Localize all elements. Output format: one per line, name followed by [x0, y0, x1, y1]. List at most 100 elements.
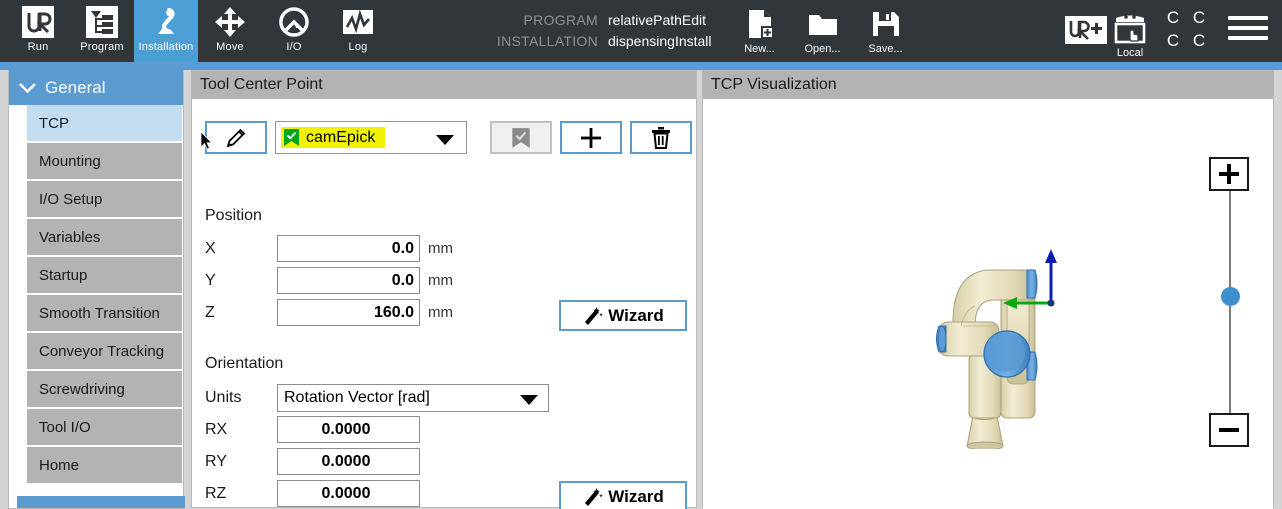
- io-gauge-icon: [279, 7, 309, 37]
- installation-sidebar: General TCP Mounting I/O Setup Variables…: [8, 70, 185, 509]
- nav-tab-move-label: Move: [216, 41, 244, 53]
- sidebar-section-general[interactable]: General: [9, 70, 183, 105]
- tcp-selected-value: camEpick: [306, 128, 376, 146]
- tcp-panel-body: camEpick Position X 0.0 mm Y 0.0 mm Z 16…: [192, 99, 696, 509]
- orientation-field-rx: RX 0.0000: [205, 416, 420, 443]
- position-z-label: Z: [205, 303, 215, 321]
- viz-panel-title: TCP Visualization: [703, 71, 1273, 99]
- sidebar-item-conveyor-tracking[interactable]: Conveyor Tracking: [27, 333, 183, 369]
- viz-panel-body[interactable]: [703, 99, 1273, 509]
- zoom-out-button[interactable]: [1209, 413, 1249, 447]
- magic-wand-icon: [585, 306, 604, 325]
- position-z-input[interactable]: 160.0: [277, 299, 420, 326]
- sidebar-item-io-setup[interactable]: I/O Setup: [27, 181, 183, 217]
- nav-tab-installation[interactable]: Installation: [134, 0, 198, 62]
- hamburger-menu-icon[interactable]: [1228, 16, 1268, 46]
- local-control-label: Local: [1116, 47, 1144, 59]
- speed-indicator-4: C: [1192, 30, 1206, 50]
- sidebar-item-mounting[interactable]: Mounting: [27, 143, 183, 179]
- set-default-tcp-button[interactable]: [490, 121, 552, 154]
- nav-tab-program[interactable]: Program: [70, 0, 134, 62]
- zoom-slider-handle[interactable]: [1221, 287, 1240, 306]
- sidebar-item-label: Variables: [39, 228, 101, 246]
- orientation-ry-label: RY: [205, 452, 227, 470]
- orientation-rx-label: RX: [205, 420, 228, 438]
- orientation-section-title: Orientation: [205, 355, 284, 372]
- save-file-button[interactable]: Save...: [854, 2, 917, 60]
- position-section-title: Position: [205, 207, 262, 224]
- orientation-units-label: Units: [205, 389, 242, 406]
- sidebar-item-variables[interactable]: Variables: [27, 219, 183, 255]
- position-x-input[interactable]: 0.0: [277, 235, 420, 262]
- add-tcp-button[interactable]: [560, 121, 622, 154]
- new-file-label: New...: [744, 43, 775, 55]
- nav-tab-run[interactable]: Run: [6, 0, 70, 62]
- zoom-in-button[interactable]: [1209, 157, 1249, 191]
- delete-tcp-button[interactable]: [630, 121, 692, 154]
- new-file-button[interactable]: New...: [728, 2, 791, 60]
- tool-center-point-panel: Tool Center Point camEpick Position X 0.…: [191, 70, 697, 509]
- ur-teach-pendant-screen: Run Program Installation Move I/O Log PR…: [0, 0, 1282, 509]
- sidebar-item-label: Mounting: [39, 152, 101, 170]
- ur-logo-icon: [22, 6, 54, 38]
- nav-tab-installation-label: Installation: [138, 41, 194, 53]
- sidebar-item-label: Smooth Transition: [39, 304, 160, 322]
- green-check-bookmark-icon: [284, 129, 299, 146]
- sidebar-item-home[interactable]: Home: [27, 447, 183, 483]
- chevron-down-icon: [19, 82, 36, 93]
- open-file-button[interactable]: Open...: [791, 2, 854, 60]
- move-arrows-icon: [215, 7, 245, 37]
- tcp-coordinate-axes: [1003, 249, 1057, 309]
- nav-tab-move[interactable]: Move: [198, 0, 262, 62]
- orientation-rx-input[interactable]: 0.0000: [277, 416, 420, 443]
- position-x-unit: mm: [428, 240, 453, 257]
- sidebar-item-screwdriving[interactable]: Screwdriving: [27, 371, 183, 407]
- trash-icon: [652, 126, 670, 149]
- header-right-cluster: Local C C C C: [1064, 0, 1274, 62]
- tcp-select-dropdown[interactable]: camEpick: [275, 121, 467, 154]
- sidebar-item-tcp[interactable]: TCP: [27, 105, 183, 141]
- orientation-units-select[interactable]: Rotation Vector [rad]: [277, 384, 549, 412]
- orientation-wizard-button[interactable]: Wizard: [559, 481, 687, 509]
- speed-indicator-3: C: [1166, 30, 1180, 50]
- nav-tab-log[interactable]: Log: [326, 0, 390, 62]
- log-waveform-icon: [343, 9, 373, 34]
- nav-tab-io-label: I/O: [286, 41, 302, 53]
- sidebar-item-smooth-transition[interactable]: Smooth Transition: [27, 295, 183, 331]
- pencil-edit-icon: [226, 128, 246, 147]
- edit-tcp-button[interactable]: [205, 121, 267, 154]
- nav-tab-program-label: Program: [80, 41, 124, 53]
- sidebar-item-label: Startup: [39, 266, 88, 284]
- position-wizard-button[interactable]: Wizard: [559, 300, 687, 331]
- sidebar-item-startup[interactable]: Startup: [27, 257, 183, 293]
- installation-label: INSTALLATION: [496, 33, 598, 49]
- program-name: relativePathEdit: [608, 12, 707, 28]
- sidebar-item-label: Tool I/O: [39, 418, 91, 436]
- program-label: PROGRAM: [523, 12, 598, 28]
- sidebar-next-section-bar[interactable]: [17, 496, 185, 508]
- nav-tab-io[interactable]: I/O: [262, 0, 326, 62]
- hamburger-line: [1228, 16, 1268, 20]
- speed-status-indicators[interactable]: C C C C: [1160, 6, 1212, 52]
- minus-icon: [1219, 420, 1239, 440]
- tcp-visualization-panel: TCP Visualization: [702, 70, 1274, 509]
- orientation-units-value: Rotation Vector [rad]: [284, 389, 430, 406]
- position-x-label: X: [205, 239, 216, 257]
- local-control-button[interactable]: Local: [1108, 0, 1152, 62]
- orientation-ry-input[interactable]: 0.0000: [277, 448, 420, 475]
- position-y-label: Y: [205, 271, 216, 289]
- sidebar-item-label: TCP: [39, 114, 69, 132]
- sidebar-item-label: Conveyor Tracking: [39, 342, 165, 360]
- sidebar-item-tool-io[interactable]: Tool I/O: [27, 409, 183, 445]
- position-wizard-label: Wizard: [608, 305, 664, 325]
- hamburger-line: [1228, 26, 1268, 30]
- position-z-unit: mm: [428, 304, 453, 321]
- urplus-button[interactable]: [1064, 0, 1108, 62]
- sidebar-item-label: I/O Setup: [39, 190, 103, 208]
- magic-wand-icon: [585, 487, 604, 506]
- sidebar-items: TCP Mounting I/O Setup Variables Startup…: [9, 105, 183, 483]
- sidebar-item-label: Screwdriving: [39, 380, 125, 398]
- orientation-rz-input[interactable]: 0.0000: [277, 480, 420, 507]
- save-floppy-icon: [872, 12, 899, 36]
- position-y-input[interactable]: 0.0: [277, 267, 420, 294]
